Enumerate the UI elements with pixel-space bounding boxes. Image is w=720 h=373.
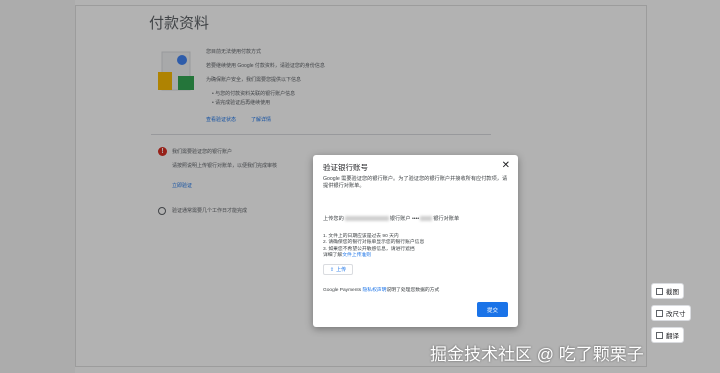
verify-bank-dialog: 验证银行账号 ✕ Google 需要验证您的银行账户。为了验证您的银行账户并接收…: [313, 155, 518, 327]
requirements-list: 1. 文件上的日期应该是过去 90 天内 2. 请确保您的银行对账单显示您的银行…: [323, 234, 513, 260]
upload-suffix: 银行对账单: [433, 216, 460, 222]
upload-button-label: 上传: [336, 267, 347, 273]
privacy-note: Google Payments 隐私权声明说明了处理您数据的方式: [323, 286, 439, 293]
translate-button[interactable]: 翻译: [651, 327, 684, 343]
privacy-link[interactable]: 隐私权声明: [362, 288, 386, 293]
upload-button[interactable]: ⇪ 上传: [323, 264, 353, 275]
screenshot-label: 截图: [666, 289, 679, 296]
translate-label: 翻译: [666, 333, 679, 340]
close-icon[interactable]: ✕: [502, 160, 510, 171]
learn-more-line: 详细了解文件上传准则: [323, 253, 513, 259]
dialog-description: Google 需要验证您的银行账户。为了验证您的银行账户并接收所有应付款项，请提…: [323, 176, 508, 189]
watermark: 掘金技术社区 @ 吃了颗栗子: [430, 345, 644, 364]
footer-suffix: 说明了处理您数据的方式: [386, 288, 440, 293]
redacted-name: [344, 216, 389, 222]
upload-prefix: 上传您的: [323, 216, 344, 222]
dialog-title: 验证银行账号: [323, 163, 368, 172]
resize-label: 改尺寸: [666, 311, 686, 318]
learn-more-prefix: 详细了解: [323, 253, 343, 259]
translate-icon: [656, 331, 663, 339]
upload-icon: ⇪: [329, 266, 335, 273]
resize-button[interactable]: 改尺寸: [651, 305, 691, 321]
footer-prefix: Google Payments: [323, 288, 362, 293]
crop-icon: [656, 287, 663, 295]
upload-instruction: 上传您的 银行账户 •••• 银行对账单: [323, 215, 459, 222]
submit-button[interactable]: 提交: [477, 302, 508, 317]
upload-account: 银行账户 ••••: [389, 216, 420, 222]
upload-guidelines-link[interactable]: 文件上传准则: [342, 253, 371, 258]
redacted-number: [420, 216, 433, 222]
resize-icon: [656, 309, 663, 317]
screenshot-button[interactable]: 截图: [651, 283, 684, 299]
